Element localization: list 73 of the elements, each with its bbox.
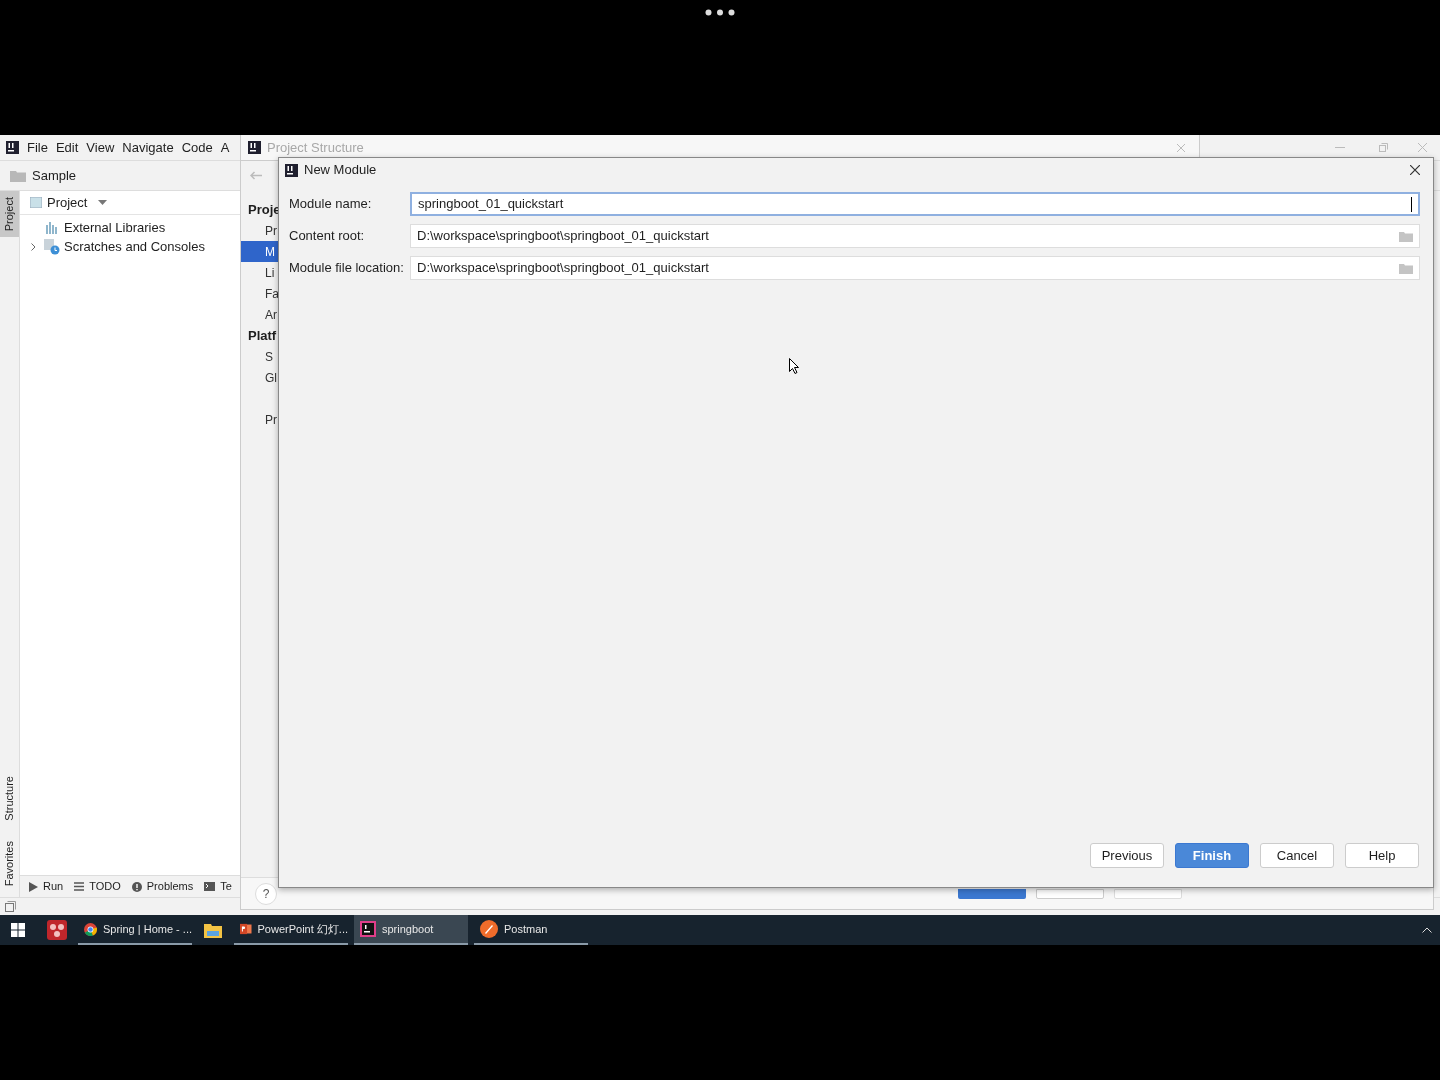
app-icon[interactable] [47,920,67,940]
dialog-title: New Module [304,161,377,180]
dialog-title: Project Structure [267,138,364,157]
field-label: Module name: [289,195,373,214]
cancel-button[interactable] [1036,889,1104,899]
menu-item[interactable]: Edit [55,137,79,158]
menu-item[interactable]: A [220,137,230,158]
dialog-button[interactable]: Cancel [1260,843,1334,868]
menu-item[interactable]: View [86,137,115,158]
tool-tab[interactable]: Run [29,878,64,895]
sidebar-item[interactable]: Li [241,262,279,283]
side-tab[interactable]: Favorites [0,837,19,889]
dialog-button[interactable]: Previous [1090,843,1164,868]
tool-tab[interactable]: Problems [131,878,194,895]
dropdown-icon[interactable] [98,200,108,205]
field-label: Module file location: [289,259,405,278]
tree-item[interactable]: External Libraries [20,218,240,237]
menu-item[interactable]: Navigate [122,137,174,158]
chevron-up-icon[interactable] [1422,927,1432,933]
text-field[interactable]: springboot_01_quickstart [410,192,1420,216]
project-icon [30,197,42,208]
sidebar-item[interactable]: Ar [241,304,279,325]
windows-start-icon[interactable] [11,923,25,937]
sidebar-item[interactable]: Pr [241,220,279,241]
menu-item[interactable]: Code [181,137,213,158]
sidebar-item[interactable]: Fa [241,283,279,304]
tool-tab[interactable]: TODO [74,878,121,895]
ok-button[interactable] [958,889,1026,899]
taskbar-item[interactable]: springboot [354,915,468,945]
text-cursor [1411,196,1412,212]
library-icon [45,221,59,234]
slides-icon [240,921,252,937]
mouse-pointer-icon [789,358,800,374]
browser-icon [84,920,97,938]
ide-icon [360,921,376,937]
sidebar-item[interactable]: S [241,346,279,367]
sidebar-item[interactable]: Pr [241,409,279,430]
side-tab[interactable]: Project [0,191,19,238]
sidebar-heading: Platf [247,326,278,345]
scratch-icon [44,238,60,255]
primary-button[interactable]: Finish [1175,843,1249,868]
more-icon[interactable] [705,9,735,16]
tool-tab[interactable]: Te [204,878,232,895]
folder-icon[interactable] [204,922,222,938]
help-button[interactable]: ? [255,882,277,905]
rocket-icon [480,920,498,938]
apply-button[interactable] [1114,889,1182,899]
sidebar-item[interactable]: M [241,241,279,262]
list-icon [74,882,85,891]
text-field[interactable]: D:\workspace\springboot\springboot_01_quickstart [410,224,1420,248]
restore-icon[interactable] [1379,143,1388,152]
taskbar-item[interactable]: Postman [474,915,588,945]
sidebar-item[interactable]: Gl [241,367,279,388]
text-field[interactable]: D:\workspace\springboot\springboot_01_quickstart [410,256,1420,280]
close-icon[interactable] [1410,165,1420,175]
back-arrow-icon[interactable] [250,170,262,180]
run-icon [29,881,38,892]
tree-item[interactable]: Scratches and Consoles [20,237,240,256]
panel-toggle-icon[interactable] [5,901,16,912]
taskbar-item[interactable]: Spring | Home - ... [78,915,192,945]
app-logo-icon [6,141,19,154]
app-logo-icon [248,141,261,154]
dialog-button[interactable]: Help [1345,843,1419,868]
expand-icon[interactable] [30,242,36,251]
warning-icon [131,881,142,892]
terminal-icon [204,882,216,891]
side-tab[interactable]: Structure [0,773,19,824]
breadcrumb[interactable]: Sample [32,165,77,186]
menu-item[interactable]: File [27,137,48,158]
field-label: Content root: [289,227,366,246]
panel-title[interactable]: Project [47,192,88,213]
app-logo-icon [285,163,298,177]
taskbar-item[interactable]: PowerPoint 幻灯... [234,915,348,945]
